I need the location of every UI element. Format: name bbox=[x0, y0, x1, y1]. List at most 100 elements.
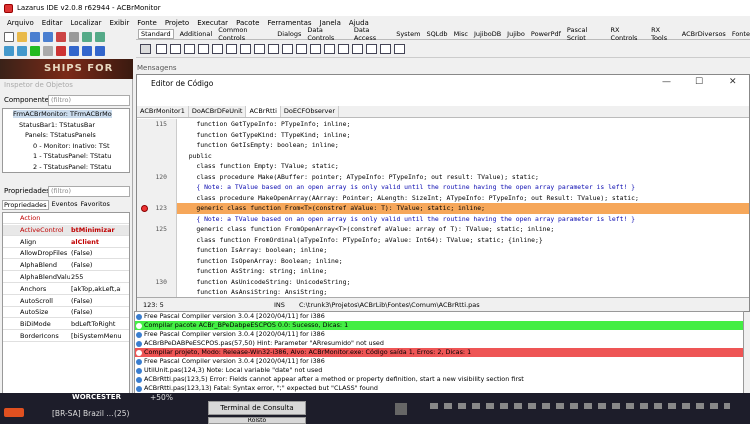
message-row[interactable]: ACBrBPeDABPeESCPOS.pas(57,50) Hint: Para… bbox=[135, 339, 743, 348]
close-icon[interactable]: ✕ bbox=[729, 77, 737, 87]
property-value[interactable]: (False) bbox=[71, 249, 121, 257]
bottom-button[interactable]: Rolsto bbox=[208, 417, 306, 424]
tactionlist-icon[interactable] bbox=[394, 44, 405, 54]
inspector-tab[interactable]: Favoritos bbox=[81, 200, 110, 210]
tmainmenu-icon[interactable] bbox=[156, 44, 167, 54]
property-value[interactable]: alClient bbox=[71, 238, 121, 246]
property-value[interactable]: bdLeftToRight bbox=[71, 320, 121, 328]
property-row[interactable]: AutoSize (False) bbox=[3, 307, 129, 319]
property-value[interactable]: (False) bbox=[71, 261, 121, 269]
palette-tab[interactable]: Fonte bbox=[732, 30, 750, 38]
step-into-icon[interactable] bbox=[69, 46, 79, 56]
code-line[interactable]: generic class function From<T>(constref … bbox=[177, 203, 749, 214]
property-value[interactable]: [akTop,akLeft,akF bbox=[71, 285, 121, 293]
menu-item[interactable]: Fonte bbox=[137, 19, 157, 27]
code-line[interactable]: function GetTypeInfo: PTypeInfo; inline; bbox=[177, 119, 749, 130]
menu-item[interactable]: Localizar bbox=[71, 19, 102, 27]
property-row[interactable]: Anchors [akTop,akLeft,akF bbox=[3, 284, 129, 295]
maximize-icon[interactable]: ☐ bbox=[695, 77, 703, 87]
tframe-icon[interactable] bbox=[380, 44, 391, 54]
property-grid[interactable]: Action ActiveControl btMinimizar Align alCli… bbox=[2, 212, 130, 407]
tscrollbar-icon[interactable] bbox=[310, 44, 321, 54]
message-row[interactable]: ACBrRtti.pas(123,5) Error: Fields cannot… bbox=[135, 375, 743, 384]
view-forms-icon[interactable] bbox=[95, 32, 105, 42]
tradiogroup-icon[interactable] bbox=[338, 44, 349, 54]
palette-tab[interactable]: Dialogs bbox=[277, 30, 301, 38]
save-all-icon[interactable] bbox=[43, 32, 53, 42]
message-row[interactable]: Compilar projeto, Modo: Release-Win32-i3… bbox=[135, 348, 743, 357]
code-line[interactable]: { Note: a TValue based on an open array … bbox=[177, 182, 749, 193]
editor-tab[interactable]: ACBrRtti bbox=[246, 106, 281, 117]
palette-tab[interactable]: Misc bbox=[454, 30, 468, 38]
menu-item[interactable]: Arquivo bbox=[7, 19, 34, 27]
project-options-icon[interactable] bbox=[4, 46, 14, 56]
tpopupmenu-icon[interactable] bbox=[170, 44, 181, 54]
component-tree[interactable]: FrmACBrMonitor: TFrmACBrMo StatusBar1: TS… bbox=[2, 108, 130, 173]
stop-icon[interactable] bbox=[56, 46, 66, 56]
menu-item[interactable]: Editar bbox=[42, 19, 63, 27]
message-row[interactable]: Free Pascal Compiler version 3.0.4 [2020… bbox=[135, 357, 743, 366]
tree-node[interactable]: FrmACBrMonitor: TFrmACBrMo bbox=[13, 110, 112, 118]
code-line[interactable]: function IsOpenArray: Boolean; inline; bbox=[177, 256, 749, 267]
step-out-icon[interactable] bbox=[95, 46, 105, 56]
property-value[interactable]: btMinimizar bbox=[71, 226, 121, 234]
editor-tab[interactable]: DoACBrDFeUnit bbox=[189, 106, 247, 117]
code-line[interactable]: function IsArray: boolean; inline; bbox=[177, 245, 749, 256]
tree-node[interactable]: Panels: TStatusPanels bbox=[25, 131, 96, 139]
message-row[interactable]: Compilar pacote ACBr_BPeDabpeESCPOS 0.0:… bbox=[135, 321, 743, 330]
tcheckbox-icon[interactable] bbox=[254, 44, 265, 54]
tmemo-icon[interactable] bbox=[226, 44, 237, 54]
property-row[interactable]: AutoScroll (False) bbox=[3, 296, 129, 307]
palette-tab[interactable]: ACBrDiversos bbox=[682, 30, 726, 38]
menu-item[interactable]: Projeto bbox=[165, 19, 189, 27]
code-line[interactable]: function GetTypeKind: TTypeKind; inline; bbox=[177, 130, 749, 141]
tbutton-icon[interactable] bbox=[184, 44, 195, 54]
editor-tab[interactable]: DoECFObserver bbox=[281, 106, 340, 117]
tpanel-icon[interactable] bbox=[366, 44, 377, 54]
tree-node[interactable]: 0 - Monitor: Inativo: TSt bbox=[33, 142, 110, 150]
tlabel-icon[interactable] bbox=[198, 44, 209, 54]
close-file-icon[interactable] bbox=[56, 32, 66, 42]
menu-item[interactable]: Ferramentas bbox=[267, 19, 311, 27]
taskbar-item[interactable]: [BR-SA] Brazil ... bbox=[52, 409, 114, 418]
tray-icons-strip[interactable] bbox=[430, 403, 730, 409]
palette-tab[interactable]: SQLdb bbox=[426, 30, 447, 38]
inspector-tab[interactable]: Eventos bbox=[52, 200, 78, 210]
property-value[interactable]: (False) bbox=[71, 308, 121, 316]
tree-node[interactable]: 1 - TStatusPanel: TStatu bbox=[33, 152, 111, 160]
breakpoint-icon[interactable] bbox=[141, 205, 148, 212]
property-row[interactable]: BiDiMode bdLeftToRight bbox=[3, 319, 129, 331]
code-line[interactable]: function AsUnicodeString: UnicodeString; bbox=[177, 277, 749, 288]
property-row[interactable]: BorderIcons [biSystemMenu, bbox=[3, 331, 129, 342]
code-line[interactable]: class procedure MakeOpenArray(AArray: Po… bbox=[177, 193, 749, 204]
editor-tab[interactable]: ACBrMonitor1 bbox=[137, 106, 189, 117]
code-line[interactable]: class function FromOrdinal(aTypeInfo: PT… bbox=[177, 235, 749, 246]
save-icon[interactable] bbox=[30, 32, 40, 42]
palette-tab[interactable]: Jujibo bbox=[507, 30, 525, 38]
code-line[interactable]: { Note: a TValue based on an open array … bbox=[177, 214, 749, 225]
selection-arrow-icon[interactable] bbox=[140, 44, 151, 54]
palette-tab[interactable]: PowerPdf bbox=[531, 30, 561, 38]
open-folder-icon[interactable] bbox=[17, 32, 27, 42]
property-row[interactable]: Align alClient bbox=[3, 237, 129, 248]
terminal-consulta-button[interactable]: Terminal de Consulta bbox=[208, 401, 306, 415]
run-icon[interactable] bbox=[30, 46, 40, 56]
property-row[interactable]: AlphaBlendValu 255 bbox=[3, 272, 129, 283]
message-row[interactable]: UtilUnit.pas(124,3) Note: Local variable… bbox=[135, 366, 743, 375]
new-file-icon[interactable] bbox=[4, 32, 14, 42]
property-row[interactable]: Action bbox=[3, 213, 129, 224]
view-units-icon[interactable] bbox=[82, 32, 92, 42]
messages-header[interactable]: Mensagens bbox=[133, 62, 750, 74]
tcombobox-icon[interactable] bbox=[296, 44, 307, 54]
tray-icon[interactable] bbox=[395, 403, 407, 415]
tedit-icon[interactable] bbox=[212, 44, 223, 54]
property-value[interactable]: (False) bbox=[71, 297, 121, 305]
message-row[interactable]: Free Pascal Compiler version 3.0.4 [2020… bbox=[135, 330, 743, 339]
tcheckgroup-icon[interactable] bbox=[352, 44, 363, 54]
code-area[interactable]: function GetTypeInfo: PTypeInfo; inline;… bbox=[177, 119, 749, 297]
code-line[interactable]: class procedure Make(ABuffer: pointer; A… bbox=[177, 172, 749, 183]
message-row[interactable]: ACBrRtti.pas(123,13) Fatal: Syntax error… bbox=[135, 384, 743, 393]
palette-tab[interactable]: System bbox=[396, 30, 420, 38]
tree-node[interactable]: 2 - TStatusPanel: TStatu bbox=[33, 163, 111, 171]
inspector-tab[interactable]: Propriedades bbox=[2, 200, 49, 210]
